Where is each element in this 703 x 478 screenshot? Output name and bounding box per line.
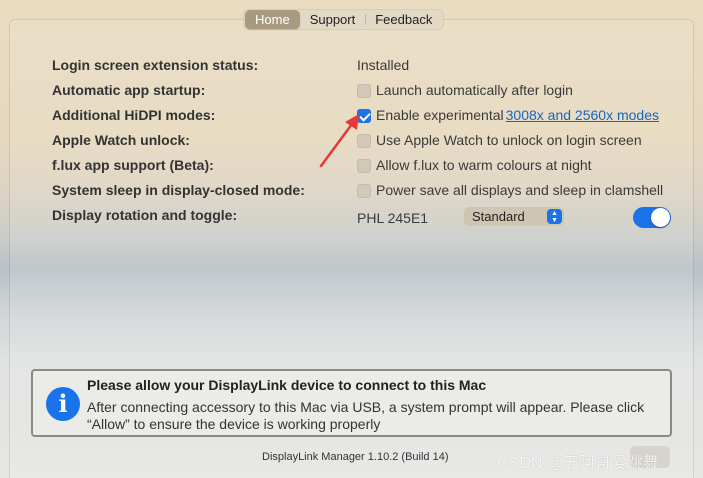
tab-support[interactable]: Support <box>300 10 366 29</box>
login-extension-label: Login screen extension status: <box>52 57 259 73</box>
permission-notice: i Please allow your DisplayLink device t… <box>31 369 672 437</box>
apple-watch-checkbox-label[interactable]: Use Apple Watch to unlock on login scree… <box>376 132 642 148</box>
tab-home[interactable]: Home <box>245 10 300 29</box>
rotation-select-value: Standard <box>472 209 525 224</box>
notice-body: After connecting accessory to this Mac v… <box>87 399 645 432</box>
chevron-updown-icon: ▲ ▼ <box>547 209 562 224</box>
tab-bar: Home Support Feedback <box>243 9 445 30</box>
system-sleep-checkbox-label[interactable]: Power save all displays and sleep in cla… <box>376 182 663 198</box>
apple-watch-label: Apple Watch unlock: <box>52 132 190 148</box>
auto-startup-checkbox-label[interactable]: Launch automatically after login <box>376 82 573 98</box>
display-name: PHL 245E1 <box>357 210 429 226</box>
hidpi-label: Additional HiDPI modes: <box>52 107 216 123</box>
auto-startup-label: Automatic app startup: <box>52 82 206 98</box>
flux-checkbox-label[interactable]: Allow f.lux to warm colours at night <box>376 157 592 173</box>
hidpi-modes-link[interactable]: 3008x and 2560x modes <box>506 107 659 123</box>
system-sleep-checkbox[interactable] <box>357 184 371 198</box>
rotation-select[interactable]: Standard ▲ ▼ <box>464 207 564 226</box>
tab-feedback[interactable]: Feedback <box>365 10 442 29</box>
display-toggle[interactable] <box>633 207 671 228</box>
display-rotation-label: Display rotation and toggle: <box>52 207 238 223</box>
notice-title: Please allow your DisplayLink device to … <box>87 377 487 393</box>
csdn-watermark: CSDN @五阿哥爱跳舞 <box>497 455 660 472</box>
login-extension-status: Installed <box>357 57 410 73</box>
system-sleep-label: System sleep in display-closed mode: <box>52 182 305 198</box>
version-footer: DisplayLink Manager 1.10.2 (Build 14) <box>262 451 449 463</box>
hidpi-checkbox-text[interactable]: Enable experimental <box>376 107 504 123</box>
info-icon: i <box>46 387 80 421</box>
hidpi-checkbox-label: Enable experimental 3008x and 2560x modes <box>376 107 659 123</box>
auto-startup-checkbox[interactable] <box>357 84 371 98</box>
flux-label: f.lux app support (Beta): <box>52 157 214 173</box>
annotation-arrow-icon <box>319 114 359 168</box>
